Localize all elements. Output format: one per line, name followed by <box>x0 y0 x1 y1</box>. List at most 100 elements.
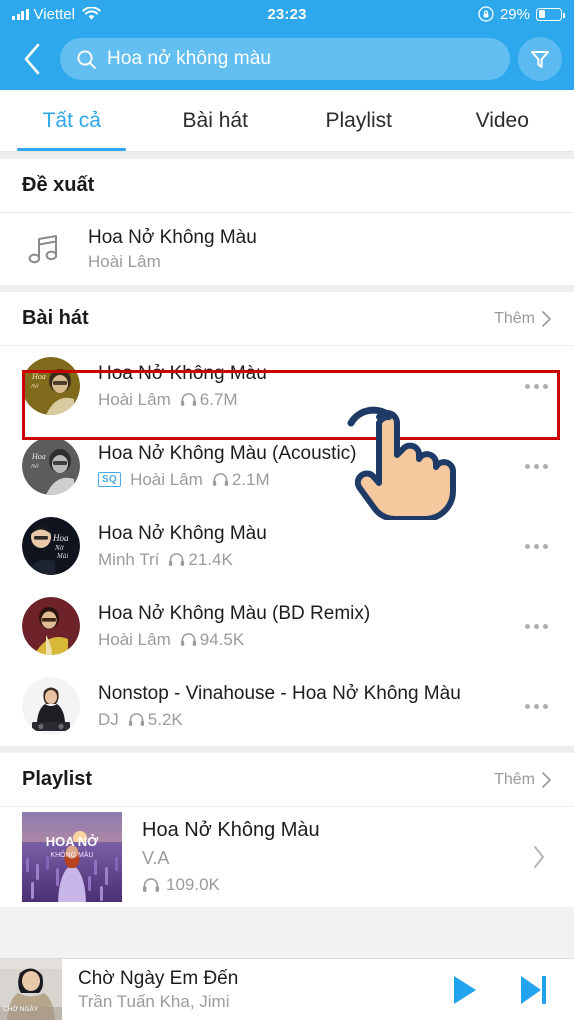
section-divider <box>0 285 574 292</box>
search-input[interactable]: Hoa nở không màu <box>60 38 510 80</box>
mini-player-bar[interactable]: CHỜ NGÀY Chờ Ngày Em Đến Trần Tuấn Kha, … <box>0 958 574 1020</box>
headphone-icon <box>180 633 196 646</box>
svg-text:Hoa: Hoa <box>52 533 69 543</box>
songs-more-label: Thêm <box>494 309 535 327</box>
tab-label: Bài hát <box>182 108 248 132</box>
playlist-open-button[interactable] <box>522 844 556 870</box>
playlist-artist: V.A <box>142 848 170 868</box>
song-texts: Hoa Nở Không Màu (BD Remix) Hoài Lâm 94.… <box>98 603 498 650</box>
song-texts: Hoa Nở Không Màu Hoài Lâm 6.7M <box>98 363 498 410</box>
svg-text:Nở: Nở <box>54 544 65 552</box>
song-artist: Hoài Lâm <box>130 469 203 489</box>
song-row[interactable]: Hoa Nở Hoa Nở Không Màu (Acoustic) SQ Ho… <box>0 426 574 506</box>
svg-text:Nở: Nở <box>30 464 39 470</box>
songs-section-title: Bài hát <box>22 307 89 329</box>
song-row[interactable]: Hoa Nở Không Màu (BD Remix) Hoài Lâm 94.… <box>0 586 574 666</box>
song-plays: 94.5K <box>180 630 244 650</box>
cellular-signal-icon <box>12 8 29 20</box>
headphone-icon <box>142 878 160 892</box>
chevron-right-icon <box>534 846 544 868</box>
playlist-section-title: Playlist <box>22 768 93 790</box>
playlist-plays: 109.0K <box>142 875 502 895</box>
headphone-icon <box>128 713 144 726</box>
song-meta: SQ Hoài Lâm 2.1M <box>98 470 498 490</box>
song-plays-count: 21.4K <box>188 549 233 569</box>
carrier-label: Viettel <box>33 5 75 23</box>
song-cover-art <box>22 677 80 735</box>
song-cover-art <box>22 597 80 655</box>
tab-playlist[interactable]: Playlist <box>287 90 431 151</box>
song-row[interactable]: Hoa Nở Mài Hoa Nở Không Màu Minh Trí 21.… <box>0 506 574 586</box>
filter-button[interactable] <box>518 37 562 81</box>
song-plays: 2.1M <box>212 470 270 490</box>
svg-text:Nở: Nở <box>30 384 39 390</box>
song-artist: DJ <box>98 709 119 729</box>
song-cover-art: Hoa Nở Mài <box>22 517 80 575</box>
song-plays: 5.2K <box>128 710 183 730</box>
playlist-item[interactable]: HOA NỞ KHÔNG MÀU Hoa Nở Không Màu V.A 10… <box>0 807 574 907</box>
suggest-section-title: Đề xuất <box>22 174 95 196</box>
songs-more-button[interactable]: Thêm <box>494 310 552 328</box>
search-input-value: Hoa nở không màu <box>107 48 272 69</box>
svg-text:Hoa: Hoa <box>31 372 46 381</box>
status-bar-right: 29% <box>478 6 565 23</box>
next-track-button[interactable] <box>518 973 548 1007</box>
songs-list: Hoa Nở Hoa Nở Không Màu Hoài Lâm 6.7M Ho… <box>0 346 574 746</box>
status-bar: Viettel 23:23 29% <box>0 0 574 28</box>
song-cover-art: Hoa Nở <box>22 437 80 495</box>
quality-badge: SQ <box>98 472 122 487</box>
svg-text:Hoa: Hoa <box>31 452 46 461</box>
more-options-icon[interactable] <box>516 383 556 389</box>
playlist-title: Hoa Nở Không Màu <box>142 819 320 841</box>
section-divider <box>0 746 574 753</box>
more-options-icon[interactable] <box>516 623 556 629</box>
rotation-lock-icon <box>478 6 494 22</box>
more-options-icon[interactable] <box>516 463 556 469</box>
now-playing-texts: Chờ Ngày Em Đến Trần Tuấn Kha, Jimi <box>78 968 432 1012</box>
songs-section-header: Bài hát Thêm <box>0 292 574 346</box>
playlist-more-button[interactable]: Thêm <box>494 771 552 789</box>
song-artist: Hoài Lâm <box>98 629 171 649</box>
search-result-tabs: Tất cả Bài hát Playlist Video <box>0 90 574 152</box>
song-meta: Minh Trí 21.4K <box>98 550 498 570</box>
song-plays-count: 94.5K <box>199 629 245 649</box>
song-texts: Hoa Nở Không Màu (Acoustic) SQ Hoài Lâm … <box>98 443 498 490</box>
more-options-icon[interactable] <box>516 703 556 709</box>
section-divider <box>0 152 574 159</box>
svg-text:Mài: Mài <box>56 552 68 560</box>
tab-tat-ca[interactable]: Tất cả <box>0 90 144 151</box>
headphone-icon <box>212 473 228 486</box>
play-button[interactable] <box>448 973 480 1007</box>
now-playing-title: Chờ Ngày Em Đến <box>78 967 239 989</box>
play-icon <box>454 975 476 1004</box>
suggest-item-artist: Hoài Lâm <box>88 251 161 271</box>
more-options-icon[interactable] <box>516 543 556 549</box>
now-playing-cover-art: CHỜ NGÀY <box>0 958 62 1020</box>
playlist-cover-art: HOA NỞ KHÔNG MÀU <box>22 812 122 902</box>
back-button[interactable] <box>12 37 52 81</box>
song-meta: Hoài Lâm 94.5K <box>98 630 498 650</box>
tab-video[interactable]: Video <box>431 90 574 151</box>
song-title: Nonstop - Vinahouse - Hoa Nở Không Màu <box>98 682 461 704</box>
song-row[interactable]: Nonstop - Vinahouse - Hoa Nở Không Màu D… <box>0 666 574 746</box>
tab-bai-hat[interactable]: Bài hát <box>144 90 288 151</box>
song-row[interactable]: Hoa Nở Hoa Nở Không Màu Hoài Lâm 6.7M <box>0 346 574 426</box>
skip-next-icon <box>521 975 546 1004</box>
playlist-more-label: Thêm <box>494 770 535 788</box>
tab-label: Video <box>475 108 529 132</box>
song-artist: Hoài Lâm <box>98 389 171 409</box>
song-texts: Nonstop - Vinahouse - Hoa Nở Không Màu D… <box>98 683 498 730</box>
playlist-cover-title-2: KHÔNG MÀU <box>50 850 93 859</box>
back-chevron-icon <box>24 43 40 75</box>
song-plays: 6.7M <box>180 390 238 410</box>
song-title: Hoa Nở Không Màu <box>98 362 267 384</box>
song-meta: DJ 5.2K <box>98 710 498 730</box>
chevron-right-icon <box>542 310 551 327</box>
status-bar-left: Viettel <box>12 6 101 23</box>
battery-icon <box>536 7 565 21</box>
song-artist: Minh Trí <box>98 549 160 569</box>
tab-label: Tất cả <box>42 108 101 132</box>
chevron-right-icon <box>542 771 551 788</box>
suggest-item[interactable]: Hoa Nở Không Màu Hoài Lâm <box>0 213 574 285</box>
tab-label: Playlist <box>325 108 393 132</box>
